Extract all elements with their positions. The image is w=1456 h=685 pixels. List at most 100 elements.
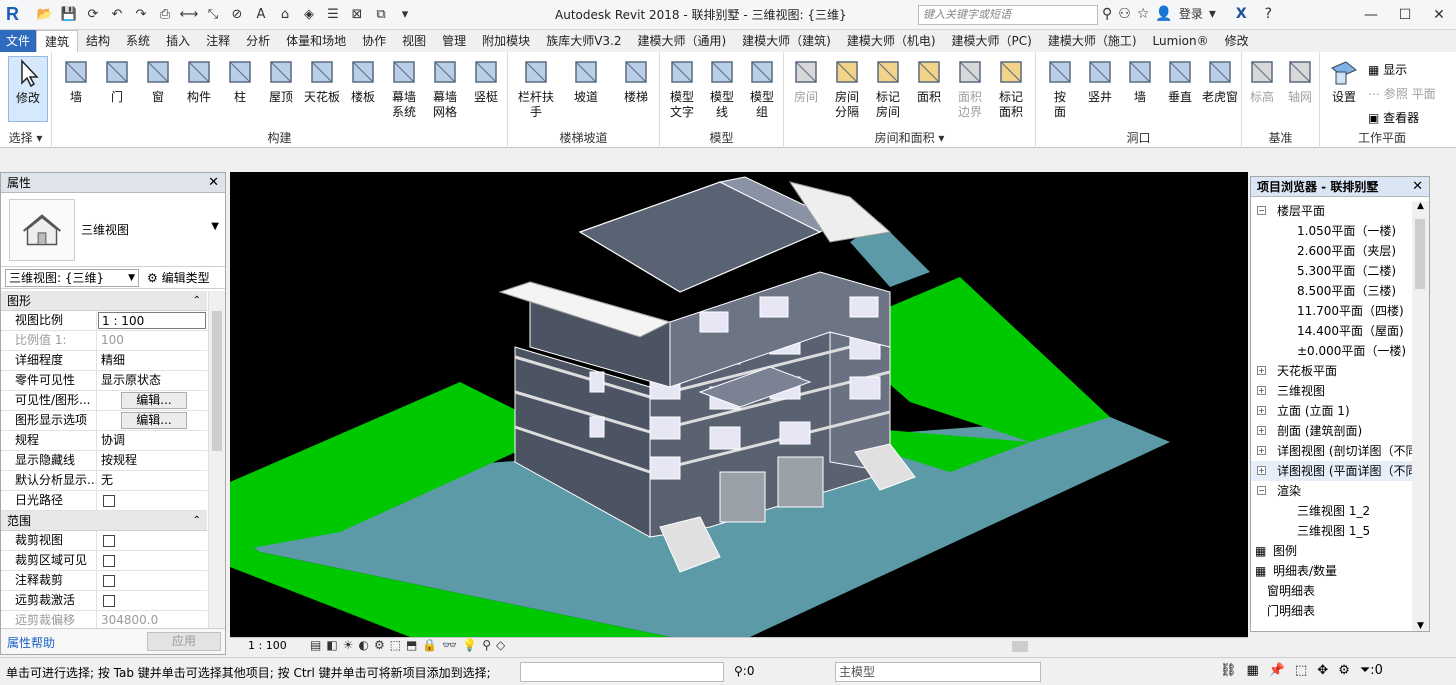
checkbox[interactable]: [103, 534, 115, 547]
tab-18[interactable]: Lumion®: [1145, 30, 1217, 52]
underlay-icon[interactable]: ▦: [1247, 663, 1259, 678]
property-value[interactable]: [97, 551, 207, 570]
print-icon[interactable]: ⎙: [154, 5, 176, 25]
edit-button[interactable]: 编辑...: [121, 412, 187, 429]
close-icon[interactable]: ✕: [208, 173, 219, 193]
filter-icon[interactable]: ⏷:0: [1360, 663, 1383, 678]
tab-3[interactable]: 系统: [118, 30, 158, 52]
crop-region-icon[interactable]: ⬒: [406, 638, 417, 652]
room-button-3[interactable]: 面积: [909, 56, 949, 105]
maximize-icon[interactable]: ☐: [1388, 0, 1422, 30]
login-link[interactable]: 登录: [1179, 5, 1203, 22]
stairs-button-0[interactable]: 栏杆扶手: [516, 56, 556, 120]
edit-type-button[interactable]: ⚙ 编辑类型: [147, 269, 210, 287]
property-value[interactable]: 无: [97, 471, 207, 490]
expand-icon[interactable]: +: [1257, 446, 1266, 455]
tree-node[interactable]: 窗明细表: [1251, 581, 1413, 601]
tab-12[interactable]: 族库大师V3.2: [538, 30, 629, 52]
model-button-1[interactable]: 模型 线: [702, 56, 742, 120]
view-selector[interactable]: 三维视图: {三维} ▼: [5, 269, 139, 287]
property-value[interactable]: 精细: [97, 351, 207, 370]
datum-button-1[interactable]: 轴网: [1280, 56, 1320, 105]
expand-icon[interactable]: +: [1257, 466, 1266, 475]
tree-node[interactable]: 11.700平面（四楼): [1251, 301, 1413, 321]
detail-level-icon[interactable]: ▤: [310, 638, 321, 652]
property-value[interactable]: 1 : 100: [98, 312, 206, 329]
opening-button-0[interactable]: 按 面: [1040, 56, 1080, 120]
sync-icon[interactable]: ⟳: [82, 5, 104, 25]
crop-icon[interactable]: ⬚: [390, 638, 401, 652]
apply-button[interactable]: 应用: [147, 632, 221, 651]
tree-node[interactable]: 门明细表: [1251, 601, 1413, 621]
tab-9[interactable]: 视图: [394, 30, 434, 52]
build-button-8[interactable]: 幕墙 系统: [384, 56, 424, 120]
build-button-10[interactable]: 竖梃: [466, 56, 506, 105]
tree-node[interactable]: 14.400平面（屋面): [1251, 321, 1413, 341]
model-button-0[interactable]: 模型 文字: [662, 56, 702, 120]
tree-node[interactable]: + 立面 (立面 1): [1251, 401, 1413, 421]
scroll-thumb[interactable]: [1012, 641, 1028, 652]
tree-node[interactable]: + 三维视图: [1251, 381, 1413, 401]
section-icon[interactable]: ◈: [298, 5, 320, 25]
highlight-icon[interactable]: ◇: [496, 638, 505, 652]
property-value[interactable]: [97, 491, 207, 510]
tab-17[interactable]: 建模大师（施工): [1040, 30, 1145, 52]
text-icon[interactable]: A: [250, 5, 272, 25]
tab-1[interactable]: 建筑: [36, 30, 79, 52]
thin-lines-icon[interactable]: ☰: [322, 5, 344, 25]
property-value[interactable]: [97, 531, 207, 550]
subscription-icon[interactable]: ⚇: [1118, 6, 1131, 22]
stairs-button-2[interactable]: 楼梯: [616, 56, 656, 105]
tree-node[interactable]: 三维视图 1_2: [1251, 501, 1413, 521]
scroll-thumb[interactable]: [1415, 219, 1425, 289]
checkbox[interactable]: [103, 574, 115, 587]
analytical-icon[interactable]: ⚲: [482, 638, 491, 652]
workset-selector[interactable]: [520, 662, 724, 682]
build-button-4[interactable]: 柱: [220, 56, 260, 105]
checkbox[interactable]: [103, 494, 115, 507]
room-button-0[interactable]: 房间: [786, 56, 826, 105]
tree-node[interactable]: 三维视图 1_5: [1251, 521, 1413, 541]
tab-14[interactable]: 建模大师（建筑): [734, 30, 839, 52]
tree-node[interactable]: ±0.000平面（一楼): [1251, 341, 1413, 361]
user-icon[interactable]: 👤: [1155, 6, 1172, 22]
type-selector[interactable]: 三维视图 ▼: [1, 193, 225, 267]
minimize-icon[interactable]: —: [1354, 0, 1388, 30]
opening-button-1[interactable]: 竖井: [1080, 56, 1120, 105]
3d-viewport[interactable]: [230, 172, 1248, 637]
opening-button-4[interactable]: 老虎窗: [1200, 56, 1240, 105]
drag-select-icon[interactable]: ✥: [1317, 663, 1328, 678]
select-group-title[interactable]: 选择 ▾: [0, 129, 51, 146]
viewport-h-scrollbar[interactable]: [542, 640, 1232, 653]
ref-plane-button[interactable]: ⋯ 参照 平面: [1368, 82, 1436, 106]
help-icon[interactable]: ?: [1265, 6, 1272, 22]
view-scale[interactable]: 1 : 100: [248, 639, 287, 652]
expand-icon[interactable]: +: [1257, 386, 1266, 395]
tab-5[interactable]: 注释: [198, 30, 238, 52]
stairs-button-1[interactable]: 坡道: [566, 56, 606, 105]
revit-logo-icon[interactable]: R: [6, 4, 28, 26]
tree-node[interactable]: 1.050平面（一楼): [1251, 221, 1413, 241]
sun-path-icon[interactable]: ☀: [343, 638, 354, 652]
property-value[interactable]: [97, 591, 207, 610]
visual-style-icon[interactable]: ◧: [326, 638, 337, 652]
shadows-icon[interactable]: ◐: [358, 638, 368, 652]
opening-button-3[interactable]: 垂直: [1160, 56, 1200, 105]
close-hidden-icon[interactable]: ⊠: [346, 5, 368, 25]
open-icon[interactable]: 📂: [34, 5, 56, 25]
tree-node[interactable]: + 详图视图 (剖切详图（不同: [1251, 441, 1413, 461]
links-icon[interactable]: ⛓: [1220, 663, 1237, 678]
checkbox[interactable]: [103, 594, 115, 607]
3d-view-icon[interactable]: ⌂: [274, 5, 296, 25]
properties-scrollbar[interactable]: [208, 291, 225, 629]
close-icon[interactable]: ✕: [1422, 0, 1456, 30]
customize-qat-icon[interactable]: ▾: [394, 5, 416, 25]
tree-node[interactable]: + 剖面 (建筑剖面): [1251, 421, 1413, 441]
expand-icon[interactable]: +: [1257, 366, 1266, 375]
tab-15[interactable]: 建模大师（机电): [839, 30, 944, 52]
tree-node[interactable]: − 楼层平面: [1251, 201, 1413, 221]
build-button-7[interactable]: 楼板: [343, 56, 383, 105]
section-header[interactable]: 范围 ⌃: [1, 511, 207, 531]
scroll-thumb[interactable]: [212, 311, 222, 451]
tab-0[interactable]: 文件: [0, 30, 37, 52]
